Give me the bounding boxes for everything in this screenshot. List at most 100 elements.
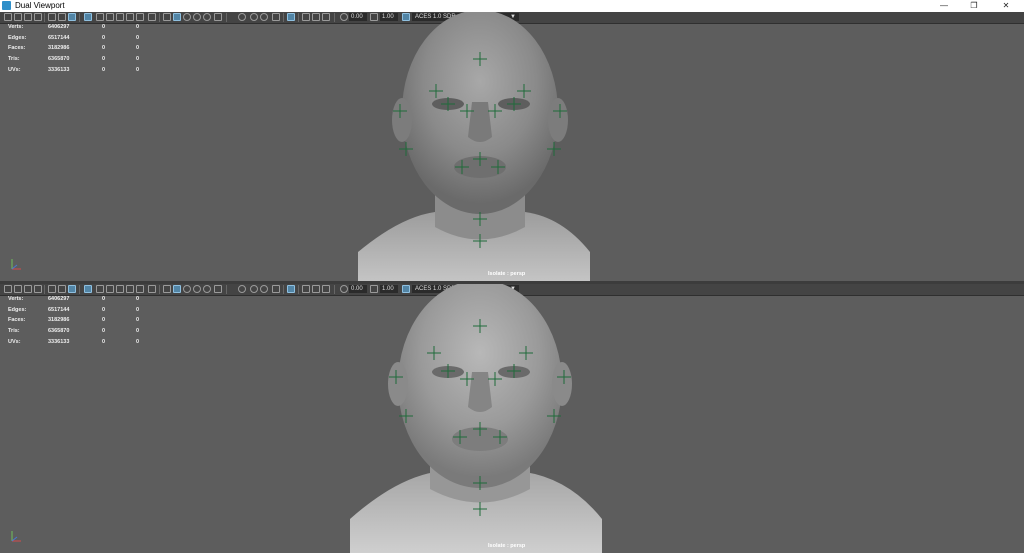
wireframe-icon[interactable]: [148, 285, 156, 293]
hud-value: 0: [136, 24, 140, 30]
light-bulb-icon[interactable]: [214, 13, 222, 21]
hud-value: 6365870: [48, 56, 70, 63]
x-ray-icon[interactable]: [302, 285, 310, 293]
hud-value: 6406297: [48, 24, 70, 30]
hud-row-tris: Tris: 6365870 0 0: [8, 328, 158, 339]
hud-value: 0: [102, 296, 106, 302]
shadows-icon[interactable]: [203, 13, 211, 21]
hud-value: 6406297: [48, 296, 70, 302]
smooth-shade-icon[interactable]: [163, 13, 171, 21]
head-bust-model[interactable]: [340, 284, 620, 553]
ambient-occlusion-icon[interactable]: [238, 285, 246, 293]
restore-button[interactable]: ❐: [960, 0, 988, 12]
bookmark-icon[interactable]: [24, 13, 32, 21]
hud-row-uvs: UVs: 3336133 0 0: [8, 339, 158, 350]
bottom-viewport[interactable]: 0.00 1.00 ACES 1.0 SDR-video (sRGB) ▼ Ve…: [0, 284, 1024, 553]
anti-aliasing-icon[interactable]: [260, 285, 268, 293]
resolution-gate-icon[interactable]: [96, 13, 104, 21]
wireframe-on-shaded-icon[interactable]: [173, 13, 181, 21]
hud-row-faces: Faces: 3182986 0 0: [8, 45, 158, 56]
hud-value: 0: [102, 66, 106, 73]
x-ray-joints-icon[interactable]: [312, 13, 320, 21]
hud-value: 6517144: [48, 34, 70, 41]
motion-blur-icon[interactable]: [250, 285, 258, 293]
hud-value: 0: [102, 306, 106, 313]
wireframe-on-shaded-icon[interactable]: [173, 285, 181, 293]
hud-value: 0: [136, 338, 140, 345]
motion-blur-icon[interactable]: [250, 13, 258, 21]
wireframe-icon[interactable]: [148, 13, 156, 21]
hud-value: 0: [136, 317, 140, 324]
isolate-select-icon[interactable]: [287, 13, 295, 21]
hud-value: 6365870: [48, 328, 70, 335]
axis-gizmo-icon: [11, 531, 21, 542]
grid-toggle-icon[interactable]: [68, 13, 76, 21]
select-camera-icon[interactable]: [4, 13, 12, 21]
image-plane-icon[interactable]: [34, 13, 42, 21]
film-gate-icon[interactable]: [84, 13, 92, 21]
depth-of-field-icon[interactable]: [272, 13, 280, 21]
close-button[interactable]: ✕: [992, 0, 1020, 12]
hud-label: Edges:: [8, 306, 27, 313]
camera-attributes-icon[interactable]: [14, 13, 22, 21]
hud-label: Verts:: [8, 24, 24, 30]
light-bulb-icon[interactable]: [214, 285, 222, 293]
field-chart-icon[interactable]: [116, 285, 124, 293]
bookmark-icon[interactable]: [24, 285, 32, 293]
x-ray-joints-icon[interactable]: [312, 285, 320, 293]
hud-value: 0: [136, 34, 140, 41]
film-gate-icon[interactable]: [84, 285, 92, 293]
hud-label: Faces:: [8, 317, 26, 324]
textured-icon[interactable]: [183, 13, 191, 21]
depth-of-field-icon[interactable]: [272, 285, 280, 293]
hud-label: Edges:: [8, 34, 27, 41]
backface-culling-icon[interactable]: [322, 285, 330, 293]
hud-row-uvs: UVs: 3336133 0 0: [8, 67, 158, 78]
head-bust-model[interactable]: [340, 12, 620, 281]
hud-label: UVs:: [8, 338, 21, 345]
hud-value: 0: [136, 328, 140, 335]
window-title-bar: Dual Viewport — ❐ ✕: [0, 0, 1024, 12]
isolate-select-icon[interactable]: [287, 285, 295, 293]
hud-row-edges: Edges: 6517144 0 0: [8, 307, 158, 318]
safe-action-icon[interactable]: [126, 285, 134, 293]
lighting-icon[interactable]: [193, 285, 201, 293]
select-camera-icon[interactable]: [4, 285, 12, 293]
ambient-occlusion-icon[interactable]: [238, 13, 246, 21]
hud-value: 0: [102, 56, 106, 63]
safe-title-icon[interactable]: [136, 13, 144, 21]
hud-value: 0: [102, 45, 106, 52]
safe-action-icon[interactable]: [126, 13, 134, 21]
safe-title-icon[interactable]: [136, 285, 144, 293]
minimize-button[interactable]: —: [930, 0, 958, 12]
hud-value: 3182986: [48, 317, 70, 324]
field-chart-icon[interactable]: [116, 13, 124, 21]
backface-culling-icon[interactable]: [322, 13, 330, 21]
smooth-shade-icon[interactable]: [163, 285, 171, 293]
image-plane-icon[interactable]: [34, 285, 42, 293]
two-d-pan-icon[interactable]: [48, 285, 56, 293]
shadows-icon[interactable]: [203, 285, 211, 293]
grease-pencil-icon[interactable]: [58, 285, 66, 293]
gate-mask-icon[interactable]: [106, 285, 114, 293]
camera-attributes-icon[interactable]: [14, 285, 22, 293]
grease-pencil-icon[interactable]: [58, 13, 66, 21]
anti-aliasing-icon[interactable]: [260, 13, 268, 21]
lighting-icon[interactable]: [193, 13, 201, 21]
grid-toggle-icon[interactable]: [68, 285, 76, 293]
x-ray-icon[interactable]: [302, 13, 310, 21]
hud-row-verts: Verts: 6406297 0 0: [8, 24, 158, 35]
gate-mask-icon[interactable]: [106, 13, 114, 21]
top-viewport[interactable]: 0.00 1.00 ACES 1.0 SDR-video (sRGB) ▼ Ve…: [0, 12, 1024, 281]
hud-value: 0: [102, 328, 106, 335]
hud-value: 3182986: [48, 45, 70, 52]
window-title: Dual Viewport: [15, 1, 65, 10]
hud-label: Faces:: [8, 45, 26, 52]
hud-row-tris: Tris: 6365870 0 0: [8, 56, 158, 67]
hud-value: 3336133: [48, 66, 70, 73]
resolution-gate-icon[interactable]: [96, 285, 104, 293]
hud-value: 0: [102, 34, 106, 41]
two-d-pan-icon[interactable]: [48, 13, 56, 21]
hud-value: 0: [136, 306, 140, 313]
textured-icon[interactable]: [183, 285, 191, 293]
